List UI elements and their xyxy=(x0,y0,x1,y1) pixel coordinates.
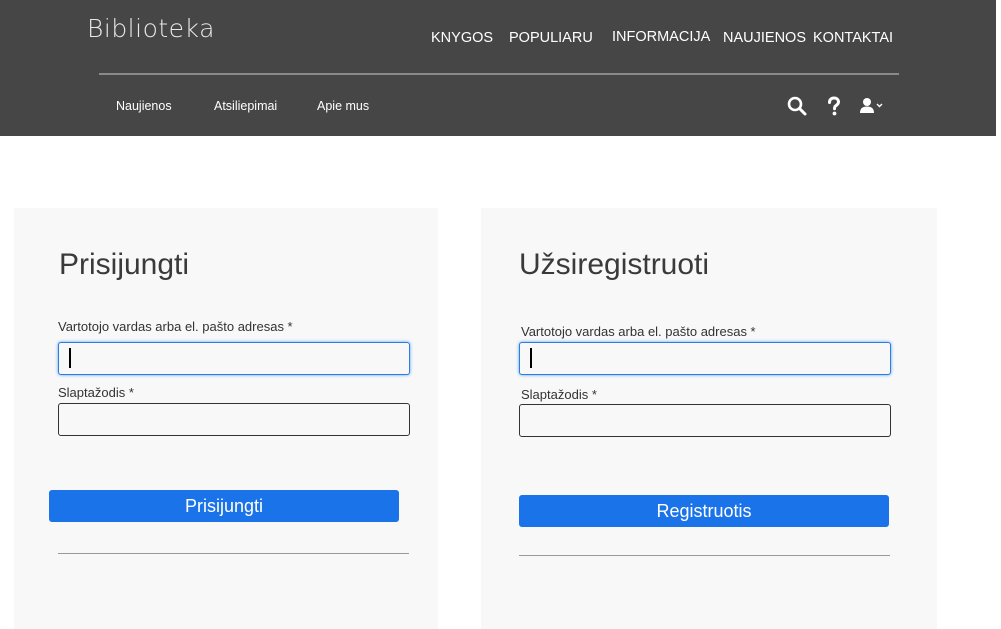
login-password-input[interactable] xyxy=(58,403,410,436)
header-divider xyxy=(99,73,899,75)
register-card: Užsiregistruoti Vartotojo vardas arba el… xyxy=(481,208,937,629)
nav-item-populiaru[interactable]: POPULIARU xyxy=(509,30,593,46)
register-button[interactable]: Registruotis xyxy=(519,495,889,527)
login-divider xyxy=(58,553,409,554)
nav-item-naujienos[interactable]: NAUJIENOS xyxy=(723,30,806,46)
login-card: Prisijungti Vartotojo vardas arba el. pa… xyxy=(14,208,438,629)
text-caret xyxy=(530,348,532,368)
help-icon[interactable] xyxy=(823,95,845,117)
login-username-input[interactable] xyxy=(58,342,410,375)
nav-item-informacija[interactable]: INFORMACIJA xyxy=(612,29,710,45)
search-icon[interactable] xyxy=(786,95,808,117)
register-username-input[interactable] xyxy=(519,342,891,375)
nav-item-kontaktai[interactable]: KONTAKTAI xyxy=(813,30,893,46)
subnav-item-naujienos[interactable]: Naujienos xyxy=(116,99,172,113)
login-password-label: Slaptažodis * xyxy=(58,385,134,400)
login-username-label: Vartotojo vardas arba el. pašto adresas … xyxy=(58,319,293,334)
register-title: Užsiregistruoti xyxy=(519,248,710,281)
page-edge xyxy=(996,0,1001,629)
site-header: Biblioteka KNYGOS POPULIARU INFORMACIJA … xyxy=(0,0,1001,136)
login-button[interactable]: Prisijungti xyxy=(49,490,399,522)
register-password-label: Slaptažodis * xyxy=(521,387,597,402)
site-logo[interactable]: Biblioteka xyxy=(87,14,215,43)
user-icon[interactable] xyxy=(858,95,886,117)
register-username-label: Vartotojo vardas arba el. pašto adresas … xyxy=(521,324,756,339)
nav-item-knygos[interactable]: KNYGOS xyxy=(431,30,493,46)
login-title: Prisijungti xyxy=(59,248,190,281)
text-caret xyxy=(69,348,71,368)
subnav-item-apie-mus[interactable]: Apie mus xyxy=(317,99,369,113)
register-divider xyxy=(519,555,890,556)
subnav-item-atsiliepimai[interactable]: Atsiliepimai xyxy=(214,99,277,113)
register-password-input[interactable] xyxy=(519,404,891,437)
